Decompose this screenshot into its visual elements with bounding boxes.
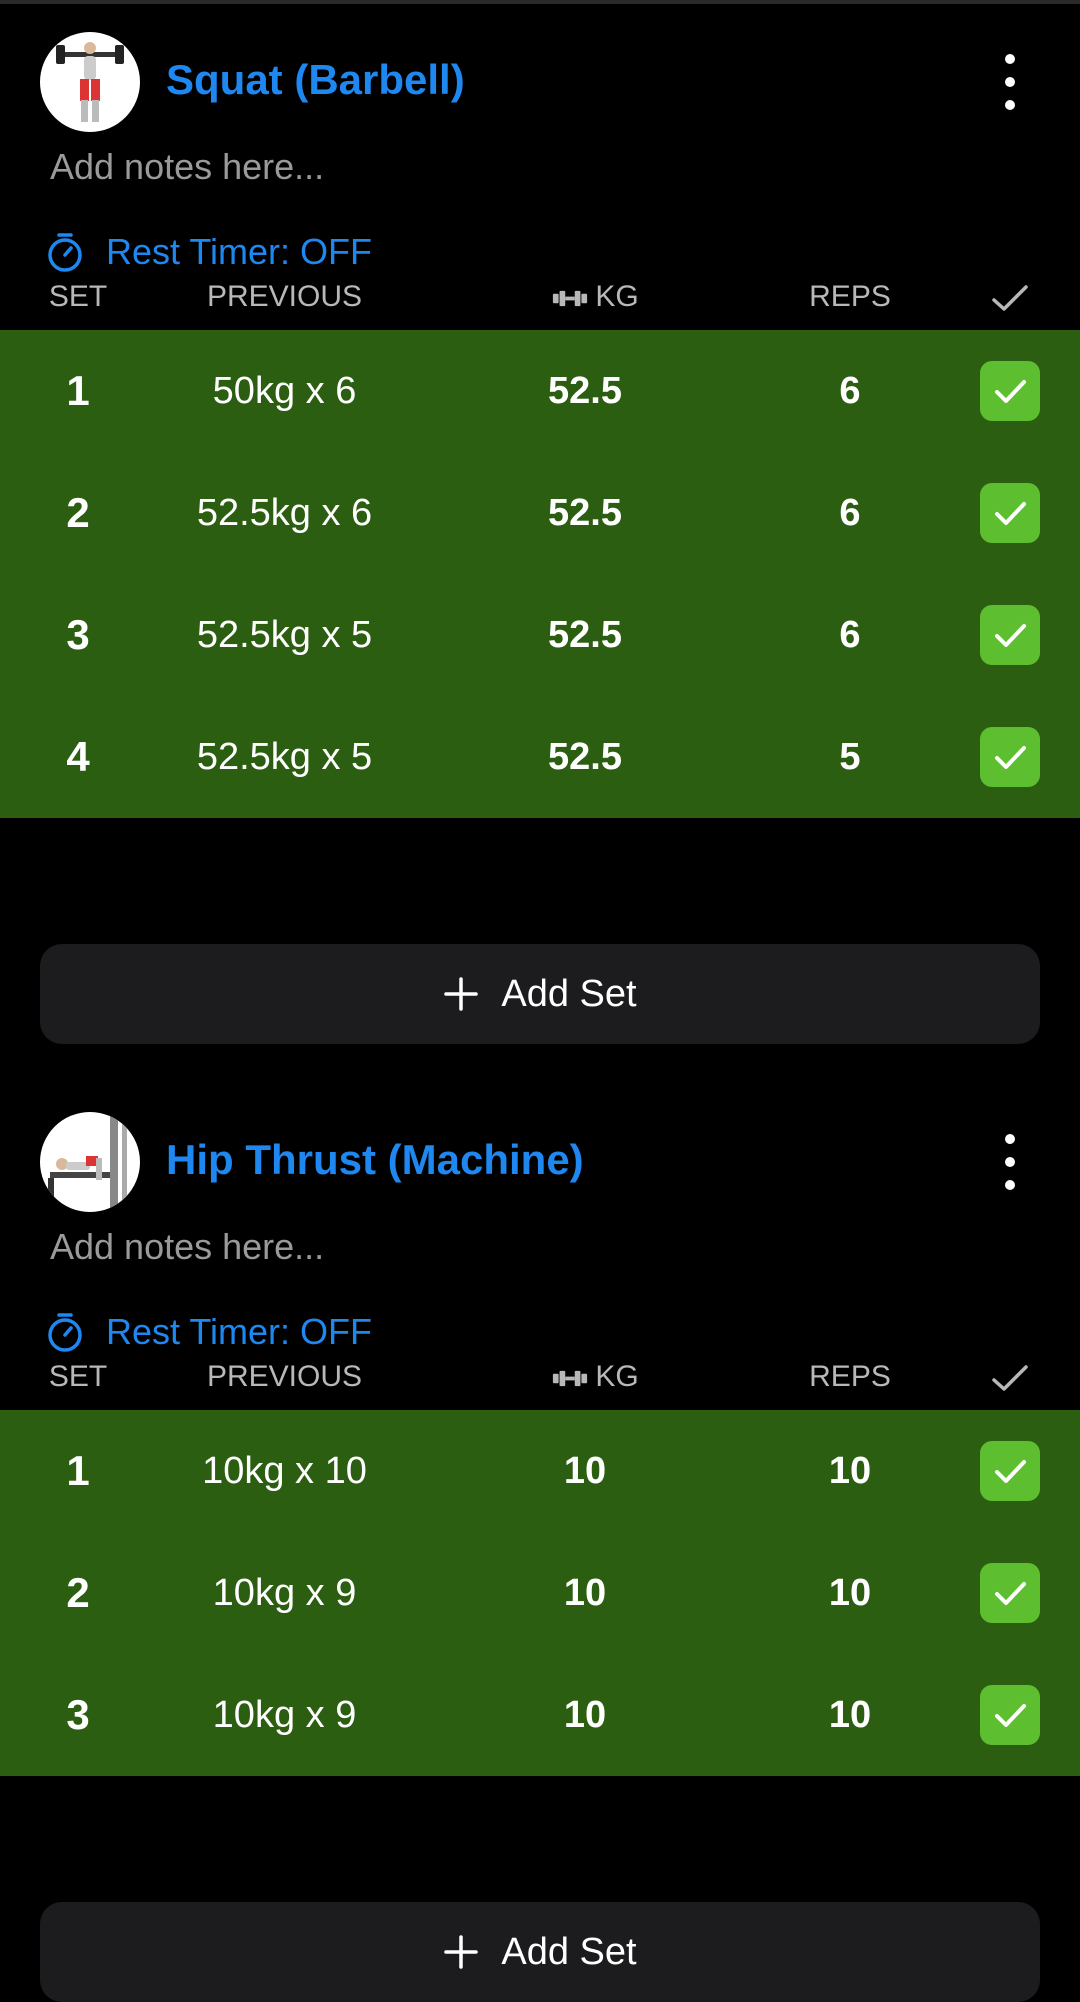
checkmark-icon <box>992 285 1028 311</box>
column-set: SET <box>48 1360 108 1393</box>
top-divider <box>0 0 1080 4</box>
check-icon <box>995 1704 1026 1727</box>
previous-value[interactable]: 50kg x 6 <box>142 330 427 452</box>
set-number[interactable]: 3 <box>28 1654 128 1776</box>
reps-input[interactable]: 6 <box>735 452 965 574</box>
set-row: 3 52.5kg x 5 52.5 6 <box>0 574 1080 696</box>
kg-input[interactable]: 52.5 <box>460 330 710 452</box>
dumbbell-icon <box>553 290 588 307</box>
sets-table: 1 10kg x 10 10 10 2 10kg x 9 10 10 3 10k… <box>0 1410 1080 1776</box>
reps-input[interactable]: 6 <box>735 330 965 452</box>
sets-table: 1 50kg x 6 52.5 6 2 52.5kg x 6 52.5 6 3 … <box>0 330 1080 818</box>
column-header-row: SET PREVIOUS KG REPS <box>0 272 1080 322</box>
add-set-label: Add Set <box>501 972 637 1015</box>
column-reps: REPS <box>809 280 891 313</box>
reps-input[interactable]: 10 <box>735 1410 965 1532</box>
column-previous: PREVIOUS <box>206 280 363 313</box>
previous-value[interactable]: 10kg x 9 <box>142 1532 427 1654</box>
rest-timer-label: Rest Timer: OFF <box>106 1311 373 1352</box>
set-row: 1 50kg x 6 52.5 6 <box>0 330 1080 452</box>
set-row: 2 52.5kg x 6 52.5 6 <box>0 452 1080 574</box>
exercise-header: Squat (Barbell) <box>40 32 1040 132</box>
column-set: SET <box>48 280 108 313</box>
set-number[interactable]: 4 <box>28 696 128 818</box>
column-check <box>980 1352 1040 1402</box>
complete-checkbox[interactable] <box>980 727 1040 787</box>
set-row: 1 10kg x 10 10 10 <box>0 1410 1080 1532</box>
column-kg-label: KG <box>595 1360 639 1393</box>
dumbbell-icon <box>553 1370 588 1387</box>
set-number[interactable]: 1 <box>28 1410 128 1532</box>
exercise-title[interactable]: Squat (Barbell) <box>166 56 465 104</box>
add-set-label: Add Set <box>501 1930 637 1973</box>
kg-input[interactable]: 10 <box>460 1532 710 1654</box>
set-number[interactable]: 1 <box>28 330 128 452</box>
complete-checkbox[interactable] <box>980 1441 1040 1501</box>
previous-value[interactable]: 52.5kg x 5 <box>142 696 427 818</box>
set-number[interactable]: 3 <box>28 574 128 696</box>
set-number[interactable]: 2 <box>28 452 128 574</box>
kg-input[interactable]: 52.5 <box>460 696 710 818</box>
notes-input[interactable] <box>50 137 1030 197</box>
complete-checkbox[interactable] <box>980 1685 1040 1745</box>
column-reps: REPS <box>809 1360 891 1393</box>
stopwatch-icon <box>48 1313 82 1352</box>
notes-input[interactable] <box>50 1217 1030 1277</box>
check-icon <box>995 380 1026 403</box>
rest-timer-label: Rest Timer: OFF <box>106 231 373 272</box>
check-icon <box>995 502 1026 525</box>
check-icon <box>995 746 1026 769</box>
add-set-button[interactable]: Add Set <box>40 1902 1040 2002</box>
reps-input[interactable]: 5 <box>735 696 965 818</box>
add-set-button[interactable]: Add Set <box>40 944 1040 1044</box>
previous-value[interactable]: 10kg x 9 <box>142 1654 427 1776</box>
column-kg: KG <box>520 1352 670 1402</box>
set-row: 3 10kg x 9 10 10 <box>0 1654 1080 1776</box>
check-icon <box>995 1460 1026 1483</box>
reps-input[interactable]: 6 <box>735 574 965 696</box>
reps-input[interactable]: 10 <box>735 1654 965 1776</box>
column-kg-label: KG <box>595 280 639 313</box>
checkmark-icon <box>992 1365 1028 1391</box>
exercise-title[interactable]: Hip Thrust (Machine) <box>166 1136 584 1184</box>
set-row: 2 10kg x 9 10 10 <box>0 1532 1080 1654</box>
complete-checkbox[interactable] <box>980 1563 1040 1623</box>
kg-input[interactable]: 10 <box>460 1654 710 1776</box>
complete-checkbox[interactable] <box>980 361 1040 421</box>
more-options-icon[interactable] <box>1000 54 1020 110</box>
reps-input[interactable]: 10 <box>735 1532 965 1654</box>
plus-icon <box>444 977 479 1011</box>
kg-input[interactable]: 52.5 <box>460 452 710 574</box>
check-icon <box>995 624 1026 647</box>
previous-value[interactable]: 52.5kg x 6 <box>142 452 427 574</box>
set-row: 4 52.5kg x 5 52.5 5 <box>0 696 1080 818</box>
previous-value[interactable]: 10kg x 10 <box>142 1410 427 1532</box>
column-check <box>980 272 1040 322</box>
stopwatch-icon <box>48 233 82 272</box>
column-previous: PREVIOUS <box>206 1360 363 1393</box>
more-options-icon[interactable] <box>1000 1134 1020 1190</box>
previous-value[interactable]: 52.5kg x 5 <box>142 574 427 696</box>
exercise-header: Hip Thrust (Machine) <box>40 1112 1040 1212</box>
column-kg: KG <box>520 272 670 322</box>
kg-input[interactable]: 52.5 <box>460 574 710 696</box>
set-number[interactable]: 2 <box>28 1532 128 1654</box>
complete-checkbox[interactable] <box>980 483 1040 543</box>
column-header-row: SET PREVIOUS KG REPS <box>0 1352 1080 1402</box>
complete-checkbox[interactable] <box>980 605 1040 665</box>
check-icon <box>995 1582 1026 1605</box>
exercise-thumbnail[interactable] <box>40 32 140 132</box>
exercise-thumbnail[interactable] <box>40 1112 140 1212</box>
kg-input[interactable]: 10 <box>460 1410 710 1532</box>
plus-icon <box>444 1935 479 1969</box>
